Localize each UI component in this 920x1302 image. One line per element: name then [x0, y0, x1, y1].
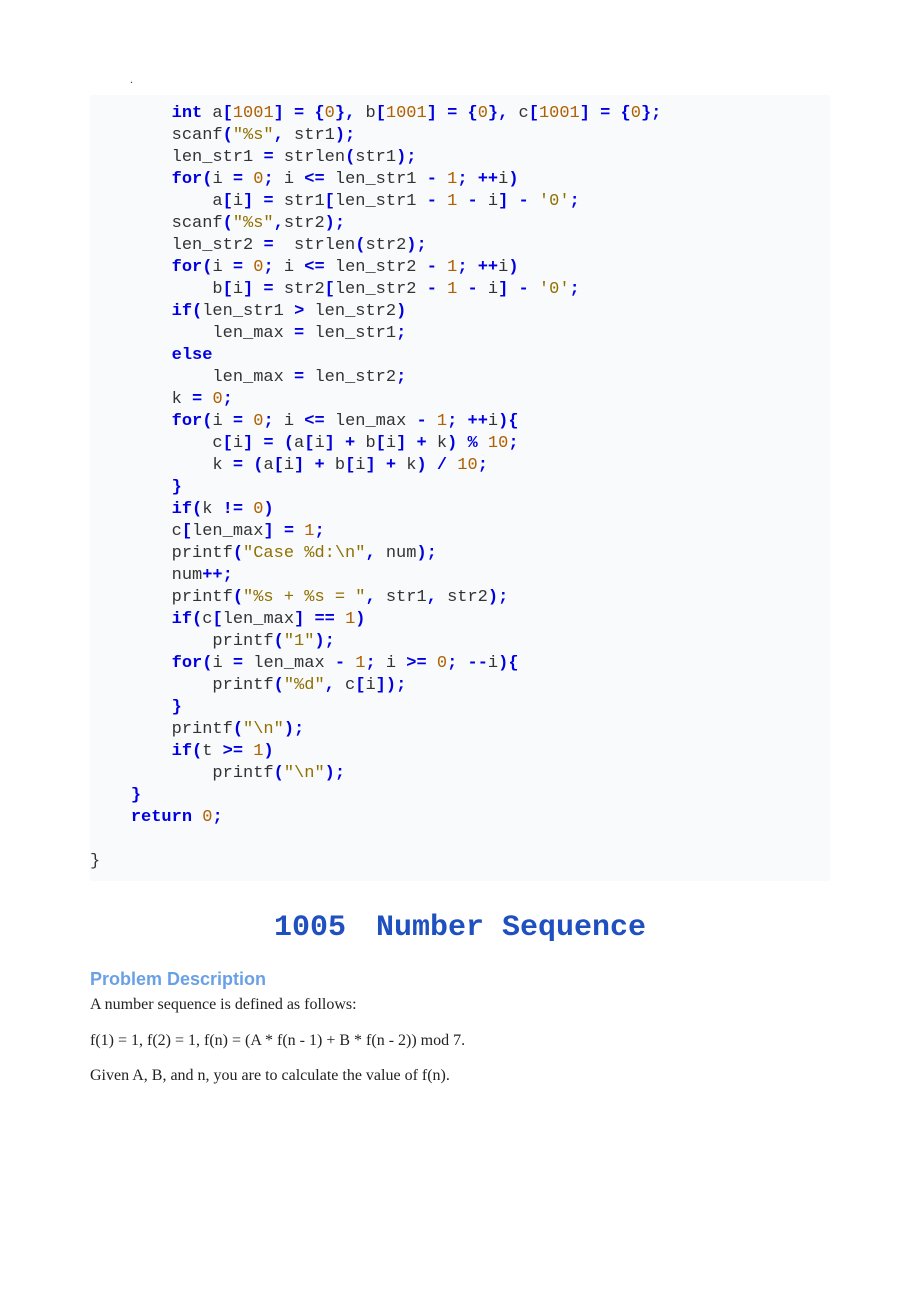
- problem-title: 1005 Number Sequence: [90, 911, 830, 945]
- code-text: [90, 104, 172, 123]
- section-heading: Problem Description: [90, 969, 830, 990]
- page-marker: .: [130, 72, 830, 87]
- code-block: int a[1001] = {0}, b[1001] = {0}, c[1001…: [90, 95, 830, 881]
- page: . int a[1001] = {0}, b[1001] = {0}, c[10…: [0, 0, 920, 1161]
- paragraph: A number sequence is defined as follows:: [90, 994, 830, 1016]
- paragraph: f(1) = 1, f(2) = 1, f(n) = (A * f(n - 1)…: [90, 1030, 830, 1052]
- paragraph: Given A, B, and n, you are to calculate …: [90, 1065, 830, 1087]
